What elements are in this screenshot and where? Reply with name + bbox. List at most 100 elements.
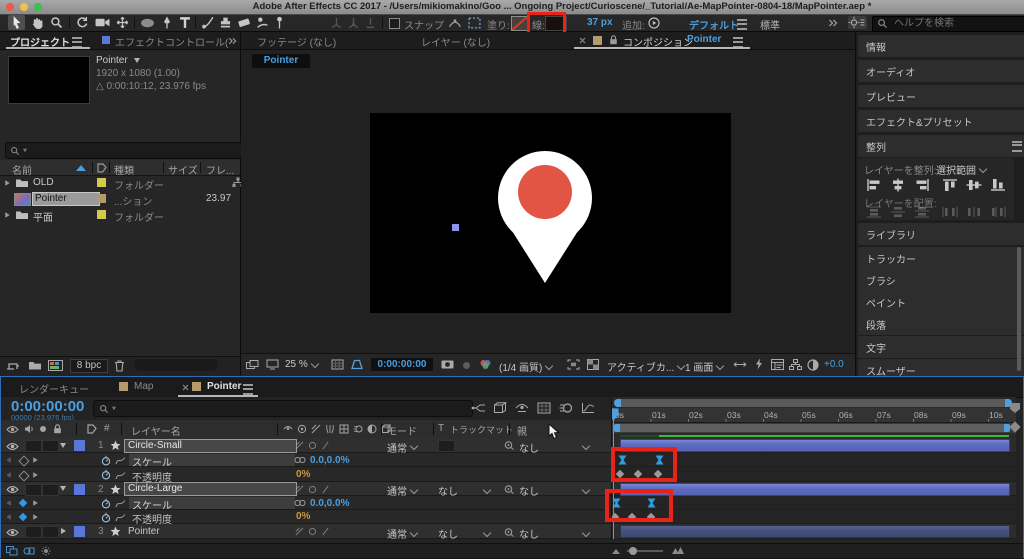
easy-ease-keyframe[interactable] bbox=[618, 455, 627, 465]
layer-row-pointer[interactable]: 3 Pointer 通常 なし なし bbox=[1, 524, 611, 541]
pickwhip-icon[interactable] bbox=[503, 484, 514, 495]
always-preview-icon[interactable] bbox=[246, 360, 259, 370]
solo-cell[interactable] bbox=[42, 440, 59, 452]
project-row-old[interactable]: OLD フォルダー bbox=[0, 175, 244, 192]
solo-cell[interactable] bbox=[42, 526, 59, 538]
roto-brush-tool[interactable] bbox=[256, 16, 269, 29]
panel-overflow-icon[interactable] bbox=[228, 37, 237, 45]
stopwatch-icon[interactable] bbox=[101, 498, 111, 509]
prev-keyframe-icon[interactable] bbox=[6, 471, 11, 478]
keyframe[interactable] bbox=[653, 469, 663, 479]
pickwhip-icon[interactable] bbox=[503, 440, 514, 451]
audio-cell[interactable] bbox=[25, 526, 42, 538]
twirl-closed-icon[interactable] bbox=[61, 527, 66, 534]
audio-cell[interactable] bbox=[25, 440, 42, 452]
twirl-icon[interactable] bbox=[5, 211, 10, 218]
distribute-hcenter-button[interactable] bbox=[966, 206, 982, 218]
layer-label-swatch[interactable] bbox=[74, 483, 85, 495]
audio-cell[interactable] bbox=[25, 484, 42, 496]
property-row-scale-large[interactable]: スケール 0.0,0.0% bbox=[1, 496, 611, 512]
resolution-dropdown[interactable]: (1/4 画質) bbox=[499, 359, 554, 374]
distribute-top-button[interactable] bbox=[866, 206, 882, 218]
layer-bar-circle-small[interactable] bbox=[620, 439, 1010, 452]
layer-bar-pointer[interactable] bbox=[620, 525, 1010, 538]
parent-column[interactable]: 親 bbox=[517, 423, 527, 438]
trash-icon[interactable] bbox=[114, 360, 125, 372]
panel-library[interactable]: ライブラリ bbox=[858, 223, 1024, 245]
expand-inout-controls-icon[interactable] bbox=[40, 546, 52, 556]
next-keyframe-icon[interactable] bbox=[33, 471, 38, 478]
layer-row-circle-small[interactable]: 1 Circle-Small 通常 なし bbox=[1, 438, 611, 455]
layer-out-marker-icon[interactable] bbox=[1009, 421, 1021, 433]
next-keyframe-icon[interactable] bbox=[33, 514, 38, 520]
stopwatch-icon[interactable] bbox=[101, 469, 111, 480]
selection-tool[interactable] bbox=[8, 15, 25, 30]
interpret-footage-icon[interactable] bbox=[6, 361, 20, 372]
local-axis-mode-icon[interactable] bbox=[330, 16, 343, 29]
graph-toggle-icon[interactable] bbox=[115, 471, 126, 480]
minimize-window-button[interactable] bbox=[20, 3, 28, 11]
stroke-swatch[interactable] bbox=[545, 16, 567, 31]
grid-guides-icon[interactable] bbox=[331, 359, 344, 370]
shape-tool[interactable] bbox=[140, 18, 155, 28]
bezier-path-icon[interactable] bbox=[448, 17, 462, 29]
timeline-search-box[interactable] bbox=[93, 400, 473, 417]
clone-stamp-tool[interactable] bbox=[219, 16, 232, 29]
new-composition-icon[interactable] bbox=[48, 360, 63, 371]
zoom-out-mountain-icon[interactable] bbox=[611, 547, 621, 555]
lock-icon[interactable] bbox=[609, 35, 618, 45]
hide-shy-layers-icon[interactable] bbox=[515, 403, 529, 413]
property-row-opacity-small[interactable]: 不透明度 0% bbox=[1, 467, 611, 484]
exposure-value[interactable]: +0.0 bbox=[824, 359, 844, 370]
help-search-input[interactable] bbox=[892, 17, 1016, 30]
layer-row-circle-large[interactable]: 2 Circle-Large 通常 なし なし bbox=[1, 482, 611, 498]
layer-label-swatch[interactable] bbox=[74, 440, 85, 451]
snapshot-icon[interactable] bbox=[441, 359, 454, 369]
timeline-menu-icon[interactable] bbox=[243, 384, 253, 395]
puppet-pin-tool[interactable] bbox=[274, 16, 285, 29]
label-swatch[interactable] bbox=[97, 178, 106, 187]
frame-blending-icon[interactable] bbox=[537, 402, 551, 414]
time-ruler[interactable]: 0s 01s 02s 03s 04s 05s 06s 07s 08s 09s 1… bbox=[612, 408, 1016, 423]
keyframe-toggle-icon[interactable] bbox=[18, 512, 28, 522]
scale-value[interactable]: 0.0,0.0% bbox=[310, 498, 349, 509]
work-area-start-handle[interactable] bbox=[614, 424, 620, 432]
view-axis-mode-icon[interactable] bbox=[364, 16, 377, 29]
workspace-standard-button[interactable]: 標準 bbox=[760, 17, 780, 32]
timeline-button-icon[interactable] bbox=[771, 359, 784, 370]
graph-toggle-icon[interactable] bbox=[115, 456, 126, 465]
graph-toggle-icon[interactable] bbox=[115, 499, 126, 508]
track-matte-column[interactable]: トラックマット bbox=[450, 423, 513, 436]
workspace-overflow-icon[interactable] bbox=[828, 19, 838, 27]
expand-transfer-controls-icon[interactable] bbox=[23, 546, 35, 556]
snap-checkbox[interactable] bbox=[389, 18, 400, 29]
show-snapshot-icon[interactable] bbox=[463, 362, 470, 369]
twirl-icon[interactable] bbox=[5, 179, 10, 186]
panel-effects-presets[interactable]: エフェクト&プリセット bbox=[858, 110, 1024, 132]
opacity-value[interactable]: 0% bbox=[296, 469, 310, 480]
align-left-button[interactable] bbox=[866, 178, 882, 192]
eye-icon[interactable] bbox=[6, 442, 19, 451]
distribute-right-button[interactable] bbox=[990, 206, 1006, 218]
panel-paragraph[interactable]: 段落 bbox=[858, 313, 1024, 335]
property-name-selected[interactable]: スケール bbox=[129, 453, 295, 469]
playhead-marker[interactable] bbox=[611, 408, 619, 421]
parent-dropdown[interactable]: なし bbox=[519, 526, 591, 541]
scale-value[interactable]: 0.0,0.0% bbox=[310, 455, 349, 466]
reset-exposure-icon[interactable] bbox=[807, 358, 819, 371]
graph-toggle-icon[interactable] bbox=[115, 513, 126, 522]
composition-view[interactable] bbox=[370, 113, 731, 313]
tab-layer[interactable]: レイヤー (なし) bbox=[421, 34, 490, 49]
project-search-input[interactable] bbox=[32, 144, 226, 157]
twirl-open-icon[interactable] bbox=[60, 486, 66, 491]
panel-brushes[interactable]: ブラシ bbox=[858, 269, 1024, 291]
hand-tool[interactable] bbox=[30, 16, 44, 29]
composition-mini-flowchart-icon[interactable] bbox=[471, 402, 486, 414]
zoom-tool[interactable] bbox=[50, 16, 63, 29]
navigator-left-handle[interactable] bbox=[614, 399, 621, 407]
sidebar-scrollbar[interactable] bbox=[1017, 247, 1021, 371]
next-keyframe-icon[interactable] bbox=[33, 457, 38, 463]
graph-editor-icon[interactable] bbox=[581, 402, 595, 414]
project-comp-name[interactable]: Pointer bbox=[96, 55, 141, 66]
expand-layer-switches-icon[interactable] bbox=[6, 546, 18, 556]
